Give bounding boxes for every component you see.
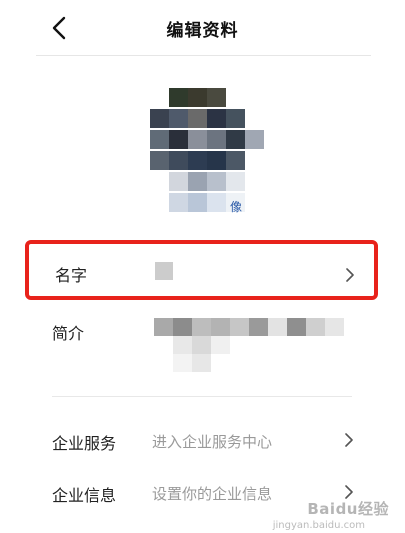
bio-mosaic-cell [154,318,173,336]
name-field-row[interactable]: 名字 [25,240,378,300]
bio-label: 简介 [52,324,85,343]
bio-mosaic-cell [249,354,268,372]
bio-value-blurred [154,318,354,374]
bio-mosaic-cell [325,354,344,372]
avatar-mosaic-cell [207,172,226,191]
bio-mosaic-cell [192,318,211,336]
avatar-mosaic-cell [188,130,207,149]
avatar-mosaic-cell [245,172,264,191]
bio-mosaic-cell [211,354,230,372]
page-title: 编辑资料 [166,21,239,41]
avatar-mosaic-cell [188,193,207,212]
avatar-mosaic-cell [150,193,169,212]
avatar-mosaic-cell [226,172,245,191]
avatar-mosaic-cell [169,172,188,191]
bio-mosaic-cell [211,336,230,354]
chevron-right-icon [345,433,353,447]
watermark-logo: Baidu经验 [307,500,389,518]
avatar-mosaic-cell [207,193,226,212]
avatar-mosaic-cell [150,88,169,107]
bio-mosaic-cell [306,354,325,372]
avatar-mosaic-cell [207,151,226,170]
avatar-edit-label[interactable]: 像 [230,198,242,215]
avatar-mosaic-cell [188,151,207,170]
bio-mosaic-cell [154,336,173,354]
avatar-mosaic-cell [207,88,226,107]
avatar-mosaic-cell [188,172,207,191]
bio-mosaic-cell [268,354,287,372]
avatar-mosaic-cell [188,109,207,128]
bio-mosaic-cell [230,336,249,354]
bio-mosaic-cell [154,354,173,372]
avatar-mosaic-cell [245,193,264,212]
section-divider [52,396,352,397]
bio-mosaic-cell [249,336,268,354]
watermark-url: jingyan.baidu.com [272,520,365,531]
bio-mosaic-cell [306,318,325,336]
bio-mosaic-cell [173,318,192,336]
name-label: 名字 [55,266,88,285]
avatar-mosaic-cell [169,130,188,149]
bio-mosaic-cell [230,318,249,336]
avatar[interactable] [150,88,266,216]
avatar-mosaic-cell [226,130,245,149]
avatar-mosaic-cell [150,130,169,149]
bio-mosaic-cell [230,354,249,372]
enterprise-service-row[interactable]: 企业服务 进入企业服务中心 [30,418,375,462]
bio-mosaic-cell [287,318,306,336]
avatar-mosaic-cell [226,151,245,170]
enterprise-info-label: 企业信息 [52,486,117,505]
avatar-mosaic-cell [226,109,245,128]
bio-mosaic-cell [173,354,192,372]
avatar-mosaic-cell [169,88,188,107]
avatar-mosaic-cell [150,109,169,128]
bio-mosaic-cell [192,336,211,354]
bio-mosaic-cell [173,336,192,354]
enterprise-service-value: 进入企业服务中心 [152,433,273,451]
avatar-mosaic-cell [245,109,264,128]
avatar-mosaic-cell [169,109,188,128]
avatar-mosaic-cell [245,88,264,107]
avatar-mosaic-cell [150,151,169,170]
bio-mosaic-cell [211,318,230,336]
bio-mosaic-cell [287,354,306,372]
avatar-mosaic-cell [207,130,226,149]
avatar-mosaic-cell [169,151,188,170]
bio-mosaic-cell [306,336,325,354]
avatar-mosaic-cell [169,193,188,212]
enterprise-info-value: 设置你的企业信息 [152,485,273,503]
enterprise-service-label: 企业服务 [52,434,117,453]
name-value-blurred [155,262,173,280]
avatar-mosaic-cell [245,130,264,149]
avatar-mosaic-cell [150,172,169,191]
bio-mosaic-cell [325,336,344,354]
avatar-mosaic-cell [188,88,207,107]
avatar-mosaic-cell [245,151,264,170]
bio-mosaic-cell [325,318,344,336]
bio-mosaic-cell [268,318,287,336]
header: 编辑资料 [0,0,405,56]
header-divider [36,55,371,56]
bio-mosaic-cell [287,336,306,354]
avatar-mosaic-cell [226,88,245,107]
bio-mosaic-cell [268,336,287,354]
bio-field-row[interactable]: 简介 [30,312,375,382]
chevron-right-icon [346,268,354,282]
bio-mosaic-cell [192,354,211,372]
bio-mosaic-cell [249,318,268,336]
chevron-right-icon [345,485,353,499]
avatar-mosaic-cell [207,109,226,128]
